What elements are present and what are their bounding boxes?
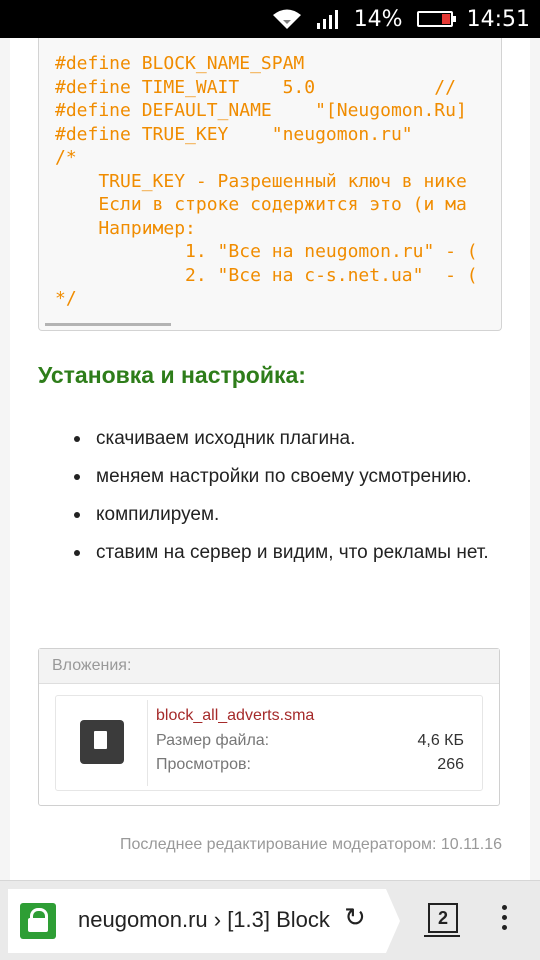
attachments-header: Вложения: (39, 649, 499, 684)
file-size-value: 4,6 КБ (417, 732, 464, 749)
battery-percent: 14% (353, 6, 403, 32)
url-text[interactable]: neugomon.ru › [1.3] Block (78, 907, 334, 933)
battery-icon (416, 11, 456, 27)
lock-icon[interactable] (20, 903, 56, 939)
tab-switcher-button[interactable]: 2 (424, 903, 460, 937)
views-row: Просмотров: 266 (156, 756, 464, 774)
code-block[interactable]: #define BLOCK_NAME_SPAM #define TIME_WAI… (38, 38, 502, 331)
list-item: ставим на сервер и видим, что рекламы не… (74, 534, 524, 572)
list-item: скачиваем исходник плагина. (74, 420, 524, 458)
wifi-icon (272, 9, 301, 29)
attachment-item[interactable]: block_all_adverts.sma Размер файла: 4,6 … (55, 695, 483, 791)
reload-icon[interactable]: ↻ (344, 903, 366, 933)
steps-list: скачиваем исходник плагина. меняем настр… (74, 420, 524, 572)
browser-toolbar: neugomon.ru › [1.3] Block ↻ 2 (0, 880, 540, 960)
clock: 14:51 (466, 6, 530, 32)
section-title: Установка и настройка: (38, 362, 306, 388)
views-value: 266 (437, 756, 464, 773)
last-edit-note: Последнее редактирование модератором: 10… (119, 836, 502, 853)
list-item: меняем настройки по своему усмотрению. (74, 458, 524, 496)
file-size-row: Размер файла: 4,6 КБ (156, 732, 464, 750)
signal-icon (316, 10, 338, 29)
list-item: компилируем. (74, 496, 524, 534)
code-text: #define BLOCK_NAME_SPAM #define TIME_WAI… (55, 53, 478, 309)
overflow-menu-icon[interactable] (502, 905, 510, 937)
attachments-panel: Вложения: block_all_adverts.sma Размер ф… (38, 648, 500, 806)
page-content: #define BLOCK_NAME_SPAM #define TIME_WAI… (10, 38, 530, 880)
code-scrollbar[interactable] (45, 323, 171, 326)
address-bar[interactable]: neugomon.ru › [1.3] Block ↻ (8, 889, 400, 953)
file-icon[interactable] (80, 720, 124, 764)
views-label: Просмотров: (156, 756, 251, 773)
attachment-link[interactable]: block_all_adverts.sma (156, 707, 314, 725)
file-size-label: Размер файла: (156, 732, 270, 749)
status-bar: 14% 14:51 (0, 0, 540, 38)
